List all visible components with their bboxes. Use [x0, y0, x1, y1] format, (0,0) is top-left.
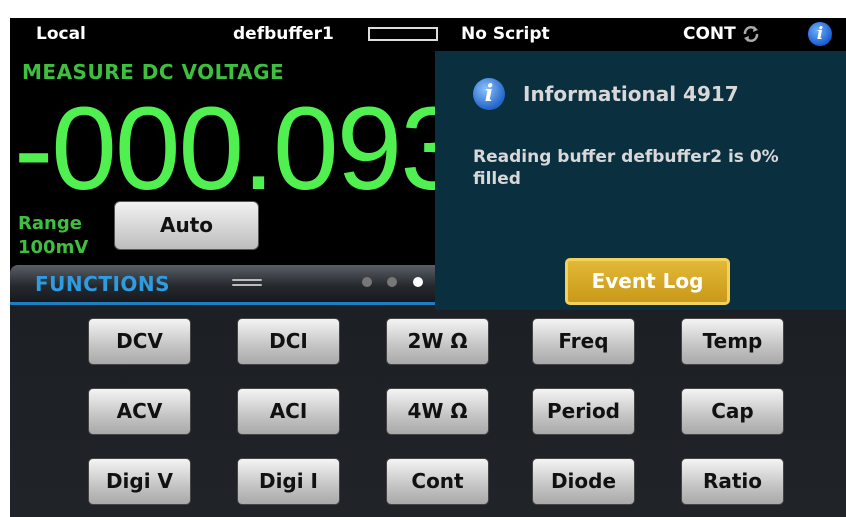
- function-button-digi-v[interactable]: Digi V: [88, 458, 191, 505]
- function-button-area: DCV DCI 2W Ω Freq Temp ACV ACI 4W Ω Peri…: [10, 305, 846, 517]
- trigger-mode-status[interactable]: CONT: [683, 23, 736, 45]
- active-buffer-name[interactable]: defbuffer1: [233, 23, 334, 45]
- popup-title: Informational 4917: [523, 82, 739, 106]
- function-button-freq[interactable]: Freq: [532, 318, 635, 365]
- function-button-dci[interactable]: DCI: [237, 318, 340, 365]
- page-indicator-dot-active: [413, 277, 423, 287]
- range-value: 100mV: [18, 237, 89, 258]
- info-icon[interactable]: i: [808, 22, 832, 46]
- function-button-diode[interactable]: Diode: [532, 458, 635, 505]
- status-bar: Local defbuffer1 No Script CONT i: [10, 18, 846, 51]
- measurement-reading: -000.093: [14, 83, 466, 215]
- measure-function-title: MEASURE DC VOLTAGE: [22, 60, 285, 84]
- location-status[interactable]: Local: [36, 23, 86, 45]
- informational-popup: i Informational 4917 Reading buffer defb…: [435, 51, 846, 310]
- script-status[interactable]: No Script: [461, 23, 550, 45]
- range-auto-button[interactable]: Auto: [114, 201, 259, 250]
- instrument-screen: Local defbuffer1 No Script CONT i MEASUR…: [10, 18, 846, 517]
- function-button-cont[interactable]: Cont: [386, 458, 489, 505]
- function-button-aci[interactable]: ACI: [237, 388, 340, 435]
- functions-label: FUNCTIONS: [35, 272, 171, 296]
- swipe-handle-icon[interactable]: [232, 279, 262, 287]
- function-button-cap[interactable]: Cap: [681, 388, 784, 435]
- function-button-temp[interactable]: Temp: [681, 318, 784, 365]
- function-button-digi-i[interactable]: Digi I: [237, 458, 340, 505]
- popup-message: Reading buffer defbuffer2 is 0% filled: [473, 147, 779, 189]
- function-button-period[interactable]: Period: [532, 388, 635, 435]
- page-indicator-dot: [387, 277, 397, 287]
- function-button-2w-ohm[interactable]: 2W Ω: [386, 318, 489, 365]
- event-log-button[interactable]: Event Log: [565, 258, 730, 305]
- function-button-acv[interactable]: ACV: [88, 388, 191, 435]
- info-icon: i: [473, 78, 505, 110]
- range-label: Range: [18, 213, 82, 234]
- function-button-4w-ohm[interactable]: 4W Ω: [386, 388, 489, 435]
- function-button-ratio[interactable]: Ratio: [681, 458, 784, 505]
- page-indicator-dot: [362, 277, 372, 287]
- buffer-fill-indicator[interactable]: [368, 27, 438, 41]
- function-button-dcv[interactable]: DCV: [88, 318, 191, 365]
- refresh-icon[interactable]: [741, 23, 761, 45]
